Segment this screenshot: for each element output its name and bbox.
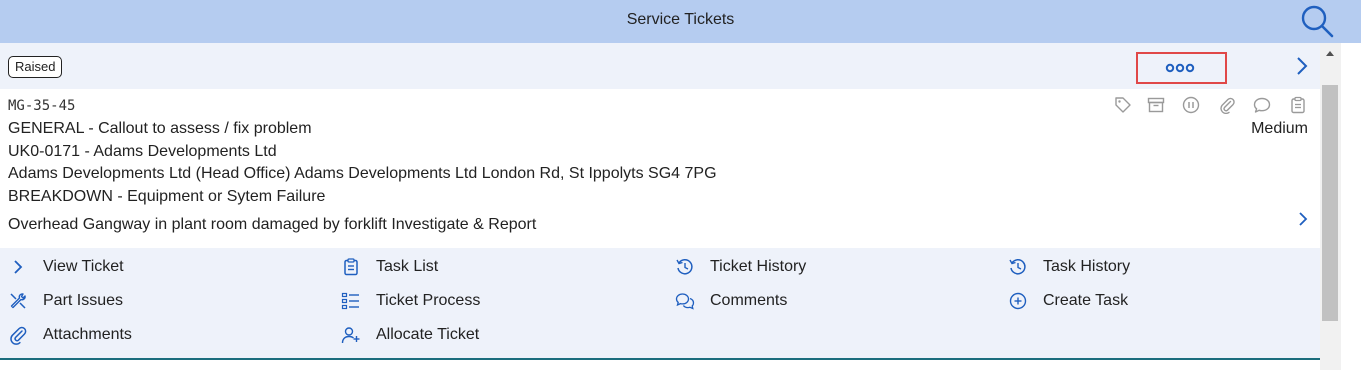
priority-label: Medium — [1251, 120, 1308, 137]
chevron-right-icon — [8, 257, 28, 277]
clipboard-icon[interactable] — [1289, 96, 1307, 114]
ticket-actions-panel: View Ticket Part Issues Attachments Task… — [0, 248, 1320, 358]
ticket-description: Overhead Gangway in plant room damaged b… — [8, 216, 537, 233]
app-header: Service Tickets — [0, 0, 1361, 43]
clipboard-list-icon — [341, 257, 361, 277]
ticket-history-button[interactable]: Ticket History — [675, 254, 806, 280]
view-ticket-button[interactable]: View Ticket — [8, 254, 124, 280]
ticket-category: GENERAL - Callout to assess / fix proble… — [8, 120, 312, 137]
plus-circle-icon — [1008, 291, 1028, 311]
ticket-reference: MG-35-45 — [8, 98, 76, 114]
create-task-button[interactable]: Create Task — [1008, 288, 1128, 314]
part-issues-button[interactable]: Part Issues — [8, 288, 123, 314]
ticket-card: Raised MG-35-45 GENERAL - Callout to ass… — [0, 43, 1320, 370]
allocate-ticket-label: Allocate Ticket — [376, 326, 480, 343]
pause-icon[interactable] — [1182, 96, 1200, 114]
tag-icon[interactable] — [1114, 96, 1132, 114]
comments-button[interactable]: Comments — [675, 288, 787, 314]
ticket-process-button[interactable]: Ticket Process — [341, 288, 480, 314]
task-history-label: Task History — [1043, 258, 1131, 275]
ticket-site-address: Adams Developments Ltd (Head Office) Ada… — [8, 165, 717, 182]
page-title: Service Tickets — [626, 11, 735, 28]
add-user-icon — [341, 325, 361, 345]
chevron-right-icon[interactable] — [1295, 56, 1309, 76]
process-list-icon — [341, 291, 361, 311]
chevron-right-icon[interactable] — [1297, 210, 1309, 228]
paperclip-icon[interactable] — [1218, 96, 1236, 114]
attachments-button[interactable]: Attachments — [8, 322, 132, 348]
archive-icon[interactable] — [1147, 96, 1165, 114]
scroll-up-arrow-icon[interactable] — [1326, 51, 1334, 56]
part-issues-label: Part Issues — [43, 292, 124, 309]
comment-icon[interactable] — [1253, 96, 1271, 114]
task-list-button[interactable]: Task List — [341, 254, 438, 280]
vertical-scrollbar[interactable] — [1320, 43, 1341, 370]
ticket-details[interactable]: MG-35-45 GENERAL - Callout to assess / f… — [0, 89, 1320, 248]
history-icon — [675, 257, 695, 277]
ticket-process-label: Ticket Process — [376, 292, 481, 309]
create-task-label: Create Task — [1043, 292, 1129, 309]
divider — [0, 358, 1320, 360]
search-icon[interactable] — [1299, 3, 1335, 39]
more-dots-icon[interactable] — [1164, 61, 1196, 75]
comments-label: Comments — [710, 292, 788, 309]
ticket-status-row: Raised — [0, 43, 1320, 89]
history-icon — [1008, 257, 1028, 277]
task-list-label: Task List — [376, 258, 439, 275]
comments-icon — [675, 291, 695, 311]
allocate-ticket-button[interactable]: Allocate Ticket — [341, 322, 479, 348]
ticket-fault-type: BREAKDOWN - Equipment or Sytem Failure — [8, 188, 326, 205]
paperclip-icon — [8, 325, 28, 345]
view-ticket-label: View Ticket — [43, 258, 124, 275]
scrollbar-thumb[interactable] — [1322, 85, 1338, 321]
tools-icon — [8, 291, 28, 311]
task-history-button[interactable]: Task History — [1008, 254, 1130, 280]
status-badge: Raised — [8, 56, 63, 78]
attachments-label: Attachments — [43, 326, 132, 343]
ticket-history-label: Ticket History — [710, 258, 807, 275]
ticket-customer: UK0-0171 - Adams Developments Ltd — [8, 143, 277, 160]
